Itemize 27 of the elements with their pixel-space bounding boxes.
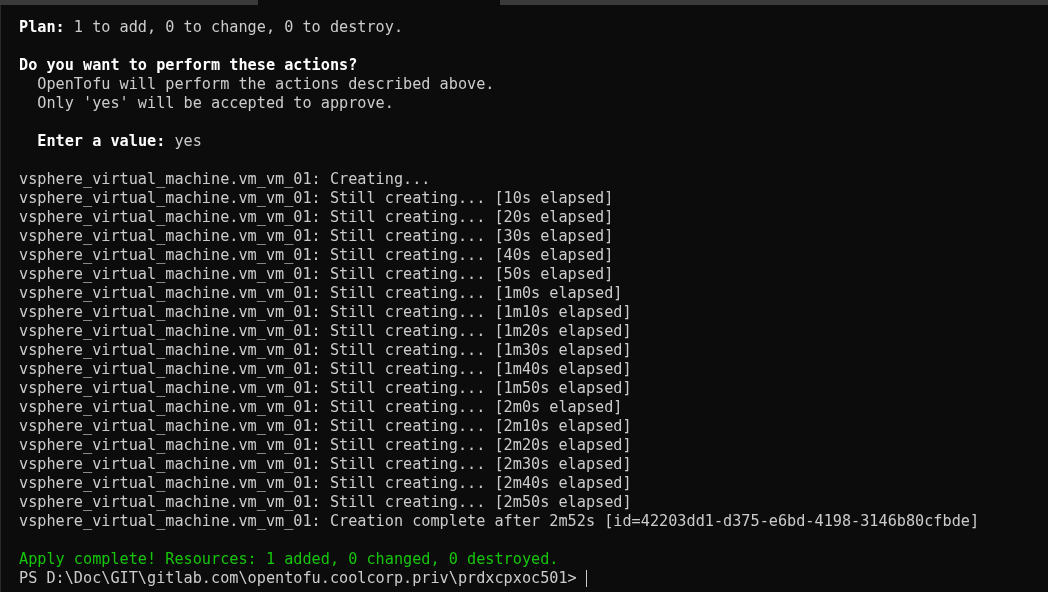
text-cursor — [585, 570, 587, 587]
output-line: Only 'yes' will be accepted to approve. — [36, 94, 394, 112]
output-line: vsphere_virtual_machine.vm_vm_01: Still creating... [1m30s elapsed] — [19, 341, 632, 359]
output-line: Enter a value: yes — [36, 132, 202, 150]
output-line: OpenTofu will perform the actions described above. — [36, 75, 495, 93]
output-line: vsphere_virtual_machine.vm_vm_01: Still creating... [1m50s elapsed] — [19, 379, 632, 397]
output-line: vsphere_virtual_machine.vm_vm_01: Still creating... [1m40s elapsed] — [19, 360, 632, 378]
output-line: vsphere_virtual_machine.vm_vm_01: Still creating... [20s elapsed] — [19, 208, 614, 226]
output-line: vsphere_virtual_machine.vm_vm_01: Still creating... [2m50s elapsed] — [19, 493, 632, 511]
success-message: Apply complete! Resources: 1 added, 0 changed, 0 destroyed. — [19, 550, 559, 568]
output-line: vsphere_virtual_machine.vm_vm_01: Creating... — [19, 170, 431, 188]
output-line: vsphere_virtual_machine.vm_vm_01: Still creating... [30s elapsed] — [19, 227, 614, 245]
output-line: vsphere_virtual_machine.vm_vm_01: Still creating... [1m10s elapsed] — [19, 303, 632, 321]
output-line: Plan: 1 to add, 0 to change, 0 to destroy. — [19, 18, 404, 36]
output-line: vsphere_virtual_machine.vm_vm_01: Creation complete after 2m52s [id=42203dd1-d375-e6bd-4198-3146b80cfbde] — [19, 512, 980, 530]
command-prompt: PS D:\Doc\GIT\gitlab.com\opentofu.coolcorp.priv\prdxcpxoc501> — [19, 569, 578, 588]
output-line: vsphere_virtual_machine.vm_vm_01: Still creating... [10s elapsed] — [19, 189, 614, 207]
output-line: Do you want to perform these actions? — [19, 56, 358, 74]
output-line: vsphere_virtual_machine.vm_vm_01: Still creating... [2m20s elapsed] — [19, 436, 632, 454]
output-line: vsphere_virtual_machine.vm_vm_01: Still creating... [1m20s elapsed] — [19, 322, 632, 340]
output-line: vsphere_virtual_machine.vm_vm_01: Still creating... [2m10s elapsed] — [19, 417, 632, 435]
output-line: vsphere_virtual_machine.vm_vm_01: Still creating... [40s elapsed] — [19, 246, 614, 264]
output-line: vsphere_virtual_machine.vm_vm_01: Still creating... [1m0s elapsed] — [19, 284, 623, 302]
output-line: vsphere_virtual_machine.vm_vm_01: Still creating... [2m30s elapsed] — [19, 455, 632, 473]
output-line: vsphere_virtual_machine.vm_vm_01: Still creating... [2m0s elapsed] — [19, 398, 623, 416]
output-line: vsphere_virtual_machine.vm_vm_01: Still creating... [50s elapsed] — [19, 265, 614, 283]
output-line: vsphere_virtual_machine.vm_vm_01: Still creating... [2m40s elapsed] — [19, 474, 632, 492]
